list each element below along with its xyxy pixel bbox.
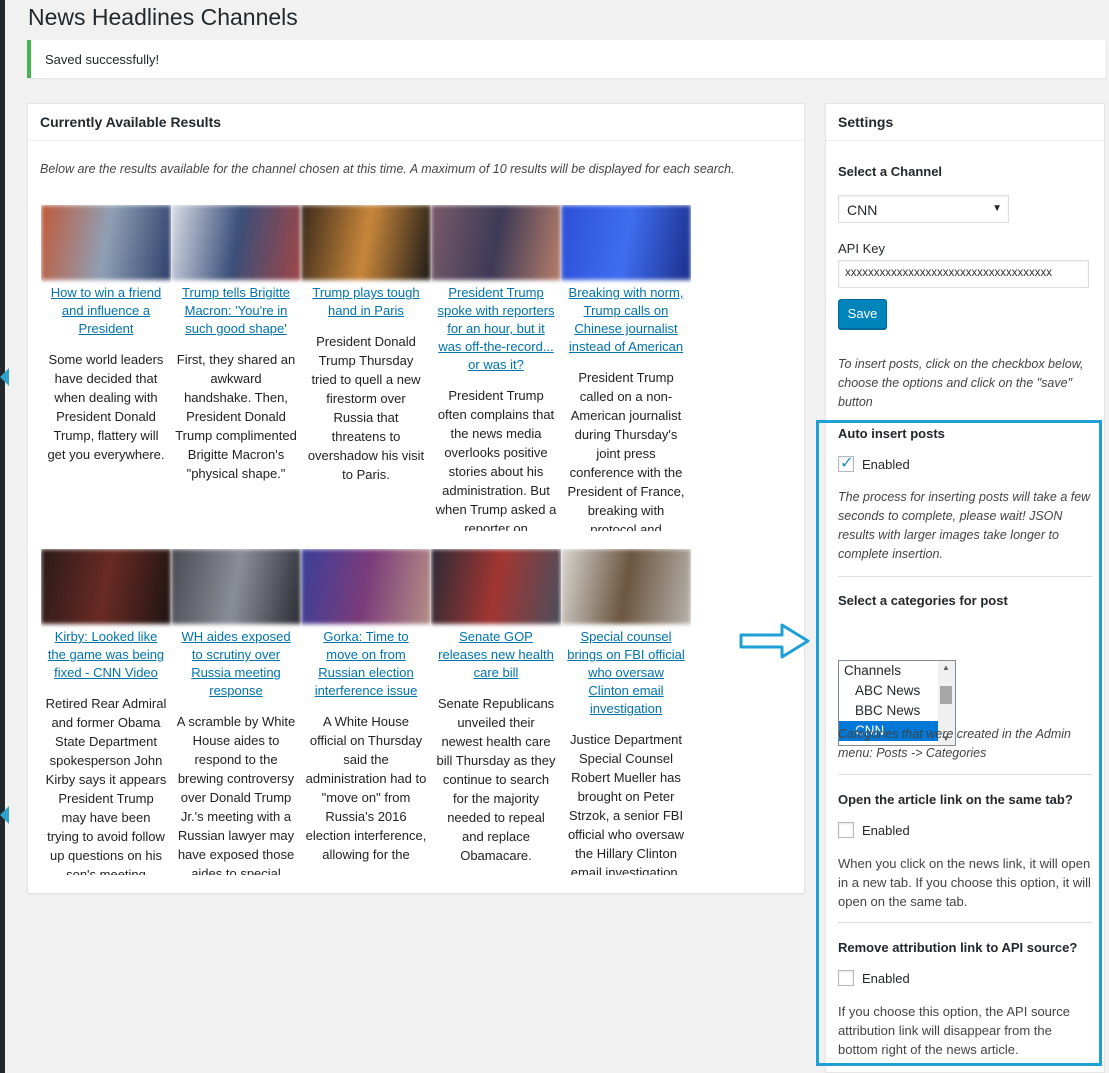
result-description: First, they shared an awkward handshake.… — [175, 352, 297, 481]
result-title-link[interactable]: Special counsel brings on FBI official w… — [567, 628, 685, 718]
result-thumbnail[interactable] — [301, 549, 431, 624]
result-description: Some world leaders have decided that whe… — [47, 352, 165, 462]
result-description: Retired Rear Admiral and former Obama St… — [45, 696, 167, 875]
chevron-down-icon: ▼ — [992, 203, 1002, 214]
result-thumbnail[interactable] — [171, 205, 301, 280]
result-description: Justice Department Special Counsel Rober… — [567, 732, 685, 875]
api-key-input[interactable]: xxxxxxxxxxxxxxxxxxxxxxxxxxxxxxxxxxxx — [838, 260, 1089, 288]
result-title-link[interactable]: Kirby: Looked like the game was being fi… — [47, 628, 165, 682]
result-title-link[interactable]: Trump plays tough hand in Paris — [307, 284, 425, 320]
save-button[interactable]: Save — [838, 299, 887, 329]
result-thumbnail[interactable] — [431, 205, 561, 280]
result-thumbnail[interactable] — [561, 549, 691, 624]
settings-panel-title: Settings — [826, 104, 1104, 141]
result-thumbnail[interactable] — [431, 549, 561, 624]
results-intro: Below are the results available for the … — [40, 162, 735, 176]
result-item: How to win a friend and influence a Pres… — [41, 205, 171, 531]
channel-label: Select a Channel — [838, 164, 943, 179]
result-item: Kirby: Looked like the game was being fi… — [41, 549, 171, 875]
result-item: Senate GOP releases new health care bill… — [431, 549, 561, 875]
result-description: A scramble by White House aides to respo… — [176, 714, 296, 875]
results-grid-row: How to win a friend and influence a Pres… — [41, 205, 691, 531]
channel-select-value: CNN — [847, 202, 878, 218]
result-title-link[interactable]: Senate GOP releases new health care bill — [437, 628, 555, 682]
notice-text: Saved successfully! — [45, 52, 160, 67]
result-item: President Trump spoke with reporters for… — [431, 205, 561, 531]
result-thumbnail[interactable] — [301, 205, 431, 280]
result-thumbnail[interactable] — [171, 549, 301, 624]
sidebar-pointer-icon — [0, 368, 9, 386]
result-thumbnail[interactable] — [41, 549, 171, 624]
result-item: WH aides exposed to scrutiny over Russia… — [171, 549, 301, 875]
results-panel-title: Currently Available Results — [28, 104, 804, 141]
result-item: Trump tells Brigitte Macron: 'You're in … — [171, 205, 301, 531]
result-title-link[interactable]: How to win a friend and influence a Pres… — [47, 284, 165, 338]
result-title-link[interactable]: Breaking with norm, Trump calls on Chine… — [567, 284, 685, 356]
result-description: President Donald Trump Thursday tried to… — [307, 334, 425, 482]
result-item: Trump plays tough hand in Paris Presiden… — [301, 205, 431, 531]
success-notice: Saved successfully! — [27, 40, 1105, 78]
result-thumbnail[interactable] — [41, 205, 171, 280]
sidebar-pointer-icon — [0, 806, 9, 824]
result-item: Special counsel brings on FBI official w… — [561, 549, 691, 875]
page-title: News Headlines Channels — [28, 4, 298, 30]
result-item: Breaking with norm, Trump calls on Chine… — [561, 205, 691, 531]
insert-help-text: To insert posts, click on the checkbox b… — [838, 357, 1084, 409]
result-description: President Trump often complains that the… — [435, 388, 557, 531]
api-key-label: API Key — [838, 241, 885, 256]
result-title-link[interactable]: WH aides exposed to scrutiny over Russia… — [177, 628, 295, 700]
results-grid-row: Kirby: Looked like the game was being fi… — [41, 549, 691, 875]
result-item: Gorka: Time to move on from Russian elec… — [301, 549, 431, 875]
result-title-link[interactable]: Trump tells Brigitte Macron: 'You're in … — [177, 284, 295, 338]
result-title-link[interactable]: President Trump spoke with reporters for… — [437, 284, 555, 374]
result-description: President Trump called on a non-American… — [567, 370, 685, 531]
result-thumbnail[interactable] — [561, 205, 691, 280]
result-title-link[interactable]: Gorka: Time to move on from Russian elec… — [307, 628, 425, 700]
channel-select[interactable]: CNN ▼ — [838, 195, 1009, 223]
results-panel: Currently Available Results Below are th… — [27, 103, 805, 894]
admin-sidebar-edge — [0, 0, 5, 1073]
result-description: Senate Republicans unveiled their newest… — [436, 696, 556, 863]
highlight-box — [816, 420, 1102, 1066]
arrow-right-icon — [739, 623, 810, 659]
result-description: A White House official on Thursday said … — [305, 714, 427, 862]
